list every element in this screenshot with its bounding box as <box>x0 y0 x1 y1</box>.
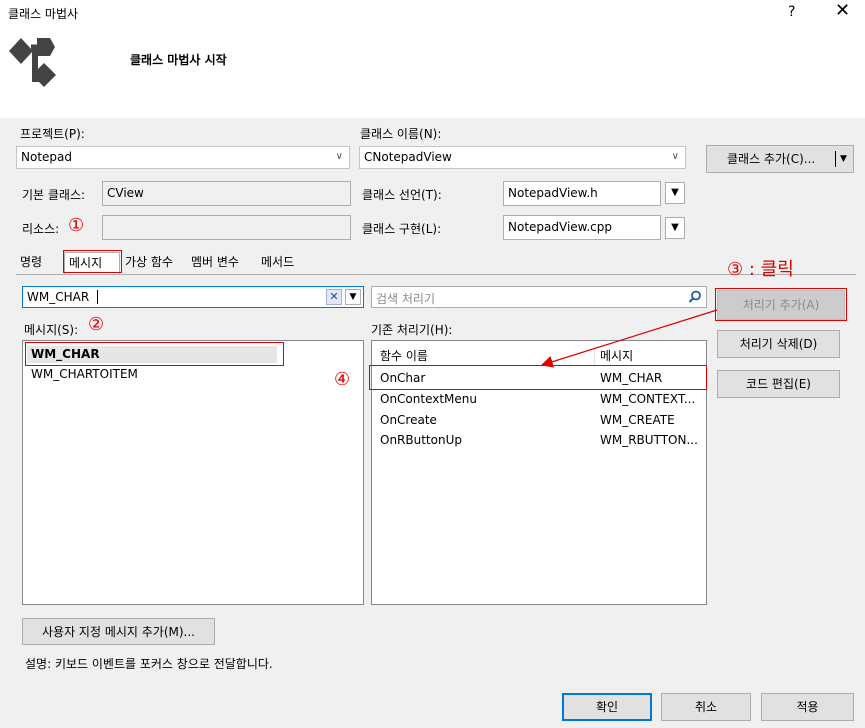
description-text: 설명: 키보드 이벤트를 포커스 창으로 전달합니다. <box>25 657 273 671</box>
ok-button[interactable]: 확인 <box>562 693 652 721</box>
add-custom-message-button[interactable]: 사용자 지정 메시지 추가(M)... <box>22 618 215 645</box>
apply-button[interactable]: 적용 <box>761 693 854 721</box>
cancel-button[interactable]: 취소 <box>661 693 751 721</box>
